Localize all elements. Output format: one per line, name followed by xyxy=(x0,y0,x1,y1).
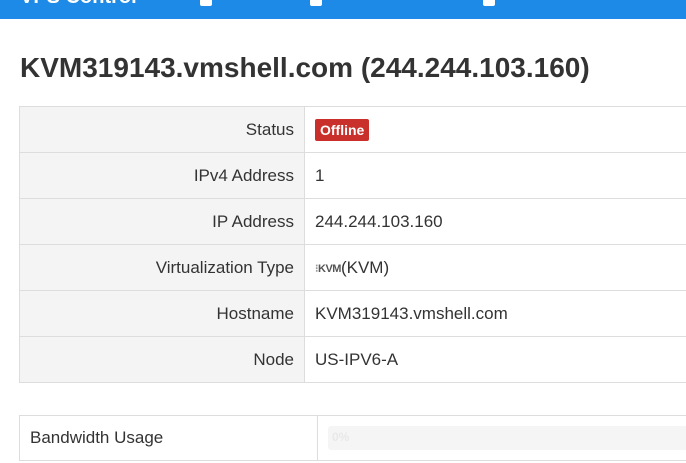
ip-label: IP Address xyxy=(19,198,305,245)
ip-value: 244.244.103.160 xyxy=(304,198,686,245)
table-row: IPv4 Address 1 xyxy=(19,152,686,199)
status-label: Status xyxy=(19,106,305,153)
server-details-table: Status Offline IPv4 Address 1 IP Address… xyxy=(19,106,686,383)
brand-title[interactable]: VPS Control xyxy=(20,0,137,9)
bandwidth-label: Bandwidth Usage xyxy=(19,415,318,461)
virtualization-cell: ⁝KVM(KVM) xyxy=(304,244,686,291)
virtualization-value: (KVM) xyxy=(340,257,390,277)
node-label: Node xyxy=(19,336,305,383)
table-row: IP Address 244.244.103.160 xyxy=(19,198,686,245)
nav-icon-1[interactable] xyxy=(200,0,212,6)
table-row: Node US-IPV6-A xyxy=(19,336,686,383)
ipv4-label: IPv4 Address xyxy=(19,152,305,199)
nav-icon-2[interactable] xyxy=(310,0,322,6)
page-title: KVM319143.vmshell.com (244.244.103.160) xyxy=(20,52,590,83)
hostname-label: Hostname xyxy=(19,290,305,337)
top-navbar: VPS Control xyxy=(0,0,686,19)
kvm-logo-icon: ⁝KVM xyxy=(315,262,341,275)
nav-icon-3[interactable] xyxy=(483,0,495,6)
status-cell: Offline xyxy=(304,106,686,153)
virtualization-label: Virtualization Type xyxy=(19,244,305,291)
table-row: Virtualization Type ⁝KVM(KVM) xyxy=(19,244,686,291)
status-badge: Offline xyxy=(315,118,370,141)
hostname-value: KVM319143.vmshell.com xyxy=(304,290,686,337)
bandwidth-progress-bar: 0% xyxy=(328,426,686,450)
bandwidth-percent-text: 0% xyxy=(332,430,350,444)
table-row: Status Offline xyxy=(19,106,686,153)
table-row: Bandwidth Usage 0% xyxy=(19,415,686,461)
bandwidth-cell: 0% xyxy=(317,415,686,461)
node-value: US-IPV6-A xyxy=(304,336,686,383)
ipv4-value: 1 xyxy=(304,152,686,199)
bandwidth-table: Bandwidth Usage 0% xyxy=(19,415,686,461)
table-row: Hostname KVM319143.vmshell.com xyxy=(19,290,686,337)
kvm-logo-text: KVM xyxy=(318,262,341,275)
